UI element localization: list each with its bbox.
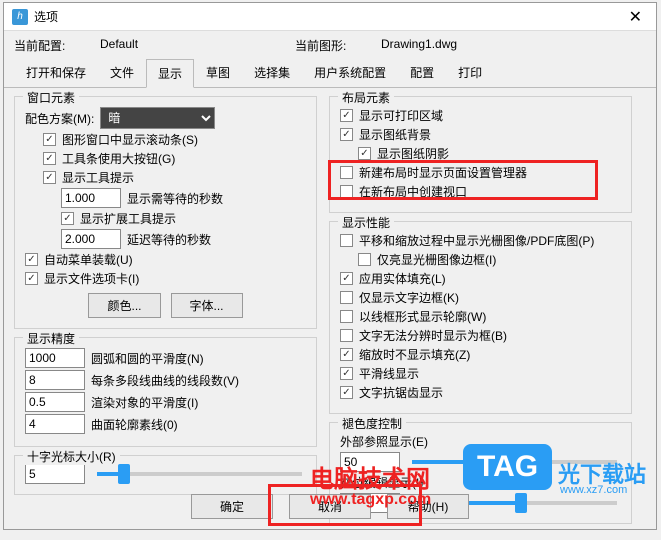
input-crosshair[interactable] bbox=[25, 464, 85, 484]
checkbox-solid-fill[interactable] bbox=[340, 272, 353, 285]
group-crosshair: 十字光标大小(R) bbox=[14, 455, 317, 495]
tab-open-save[interactable]: 打开和保存 bbox=[14, 58, 98, 87]
current-drawing-value: Drawing1.dwg bbox=[381, 37, 576, 54]
titlebar: h 选项 ✕ bbox=[4, 3, 656, 31]
checkbox-large-buttons[interactable] bbox=[43, 152, 56, 165]
label-xref: 外部参照显示(E) bbox=[340, 433, 428, 450]
checkbox-smooth-line[interactable] bbox=[340, 367, 353, 380]
group-title: 褪色度控制 bbox=[338, 415, 406, 432]
label-no-fill-zoom: 缩放时不显示填充(Z) bbox=[359, 346, 470, 363]
group-layout-elements: 布局元素 显示可打印区域 显示图纸背景 显示图纸阴影 新建布局时显示页面设置管理… bbox=[329, 96, 632, 213]
checkbox-ext-tooltips[interactable] bbox=[61, 212, 74, 225]
group-title: 窗口元素 bbox=[23, 89, 79, 106]
watermark-tag: TAG bbox=[463, 444, 552, 490]
label-printable: 显示可打印区域 bbox=[359, 107, 443, 124]
label-auto-menu: 自动菜单装载(U) bbox=[44, 251, 133, 268]
current-config-value: Default bbox=[100, 37, 295, 54]
app-icon: h bbox=[12, 9, 28, 25]
watermark-gxurl: www.xz7.com bbox=[560, 484, 627, 496]
label-new-layout-psetup: 新建布局时显示页面设置管理器 bbox=[359, 164, 527, 181]
label-large-buttons: 工具条使用大按钮(G) bbox=[62, 150, 175, 167]
watermark-url: www.tagxp.com bbox=[310, 491, 431, 509]
tab-print[interactable]: 打印 bbox=[446, 58, 494, 87]
label-raster: 平移和缩放过程中显示光栅图像/PDF底图(P) bbox=[359, 232, 594, 249]
checkbox-new-layout-psetup[interactable] bbox=[340, 166, 353, 179]
label-arc: 圆弧和圆的平滑度(N) bbox=[91, 350, 204, 367]
tab-user-sys[interactable]: 用户系统配置 bbox=[302, 58, 398, 87]
group-title: 十字光标大小(R) bbox=[23, 448, 120, 465]
input-surf[interactable] bbox=[25, 414, 85, 434]
label-illegible: 文字无法分辨时显示为框(B) bbox=[359, 327, 507, 344]
left-column: 窗口元素 配色方案(M): 暗 图形窗口中显示滚动条(S) 工具条使用大按钮(G… bbox=[14, 96, 317, 532]
current-drawing-label: 当前图形: bbox=[295, 37, 381, 54]
current-config-label: 当前配置: bbox=[14, 37, 100, 54]
color-scheme-select[interactable]: 暗 bbox=[100, 107, 215, 129]
label-paper-shadow: 显示图纸阴影 bbox=[377, 145, 449, 162]
label-solid-fill: 应用实体填充(L) bbox=[359, 270, 446, 287]
label-surf: 曲面轮廓素线(0) bbox=[91, 416, 178, 433]
tab-file[interactable]: 文件 bbox=[98, 58, 146, 87]
checkbox-paper-bg[interactable] bbox=[340, 128, 353, 141]
tab-select[interactable]: 选择集 bbox=[242, 58, 302, 87]
checkbox-scrollbars[interactable] bbox=[43, 133, 56, 146]
button-color[interactable]: 颜色... bbox=[88, 293, 160, 318]
label-smooth-line: 平滑线显示 bbox=[359, 365, 419, 382]
label-ext-seconds: 延迟等待的秒数 bbox=[127, 231, 211, 248]
tab-display[interactable]: 显示 bbox=[146, 59, 194, 88]
label-render: 渲染对象的平滑度(I) bbox=[91, 394, 198, 411]
label-paper-bg: 显示图纸背景 bbox=[359, 126, 431, 143]
checkbox-text-border[interactable] bbox=[340, 291, 353, 304]
color-scheme-label: 配色方案(M): bbox=[25, 110, 94, 127]
label-antialias: 文字抗锯齿显示 bbox=[359, 384, 443, 401]
button-ok[interactable]: 确定 bbox=[191, 494, 273, 519]
checkbox-raster[interactable] bbox=[340, 234, 353, 247]
label-text-border: 仅显示文字边框(K) bbox=[359, 289, 459, 306]
input-tooltip-seconds[interactable] bbox=[61, 188, 121, 208]
label-scrollbars: 图形窗口中显示滚动条(S) bbox=[62, 131, 198, 148]
checkbox-file-tabs[interactable] bbox=[25, 272, 38, 285]
input-ext-seconds[interactable] bbox=[61, 229, 121, 249]
group-title: 布局元素 bbox=[338, 89, 394, 106]
label-tooltip-seconds: 显示需等待的秒数 bbox=[127, 190, 223, 207]
label-create-viewport: 在新布局中创建视口 bbox=[359, 183, 467, 200]
label-highlight-border: 仅亮显光栅图像边框(I) bbox=[377, 251, 496, 268]
options-dialog: h 选项 ✕ 当前配置: Default 当前图形: Drawing1.dwg … bbox=[3, 2, 657, 530]
color-scheme-row: 配色方案(M): 暗 bbox=[25, 107, 306, 129]
checkbox-paper-shadow[interactable] bbox=[358, 147, 371, 160]
checkbox-illegible[interactable] bbox=[340, 329, 353, 342]
group-title: 显示精度 bbox=[23, 330, 79, 347]
group-display-performance: 显示性能 平移和缩放过程中显示光栅图像/PDF底图(P) 仅亮显光栅图像边框(I… bbox=[329, 221, 632, 414]
checkbox-tooltips[interactable] bbox=[43, 171, 56, 184]
input-arc[interactable] bbox=[25, 348, 85, 368]
checkbox-printable[interactable] bbox=[340, 109, 353, 122]
window-title: 选项 bbox=[34, 8, 623, 25]
checkbox-create-viewport[interactable] bbox=[340, 185, 353, 198]
tab-draft[interactable]: 草图 bbox=[194, 58, 242, 87]
checkbox-no-fill-zoom[interactable] bbox=[340, 348, 353, 361]
button-font[interactable]: 字体... bbox=[171, 293, 243, 318]
label-file-tabs: 显示文件选项卡(I) bbox=[44, 270, 139, 287]
input-render[interactable] bbox=[25, 392, 85, 412]
checkbox-highlight-border[interactable] bbox=[358, 253, 371, 266]
config-info: 当前配置: Default 当前图形: Drawing1.dwg bbox=[4, 31, 656, 58]
label-poly: 每条多段线曲线的线段数(V) bbox=[91, 372, 239, 389]
checkbox-auto-menu[interactable] bbox=[25, 253, 38, 266]
close-icon[interactable]: ✕ bbox=[623, 7, 648, 27]
label-ext-tooltips: 显示扩展工具提示 bbox=[80, 210, 176, 227]
tab-config[interactable]: 配置 bbox=[398, 58, 446, 87]
tab-strip: 打开和保存 文件 显示 草图 选择集 用户系统配置 配置 打印 bbox=[4, 58, 656, 88]
slider-crosshair[interactable] bbox=[97, 472, 302, 476]
group-display-precision: 显示精度 圆弧和圆的平滑度(N) 每条多段线曲线的线段数(V) 渲染对象的平滑度… bbox=[14, 337, 317, 447]
watermark-site: 电脑技术网 bbox=[310, 459, 430, 494]
group-window-elements: 窗口元素 配色方案(M): 暗 图形窗口中显示滚动条(S) 工具条使用大按钮(G… bbox=[14, 96, 317, 329]
checkbox-wireframe[interactable] bbox=[340, 310, 353, 323]
checkbox-antialias[interactable] bbox=[340, 386, 353, 399]
group-title: 显示性能 bbox=[338, 214, 394, 231]
label-wireframe: 以线框形式显示轮廓(W) bbox=[359, 308, 486, 325]
label-tooltips: 显示工具提示 bbox=[62, 169, 134, 186]
input-poly[interactable] bbox=[25, 370, 85, 390]
